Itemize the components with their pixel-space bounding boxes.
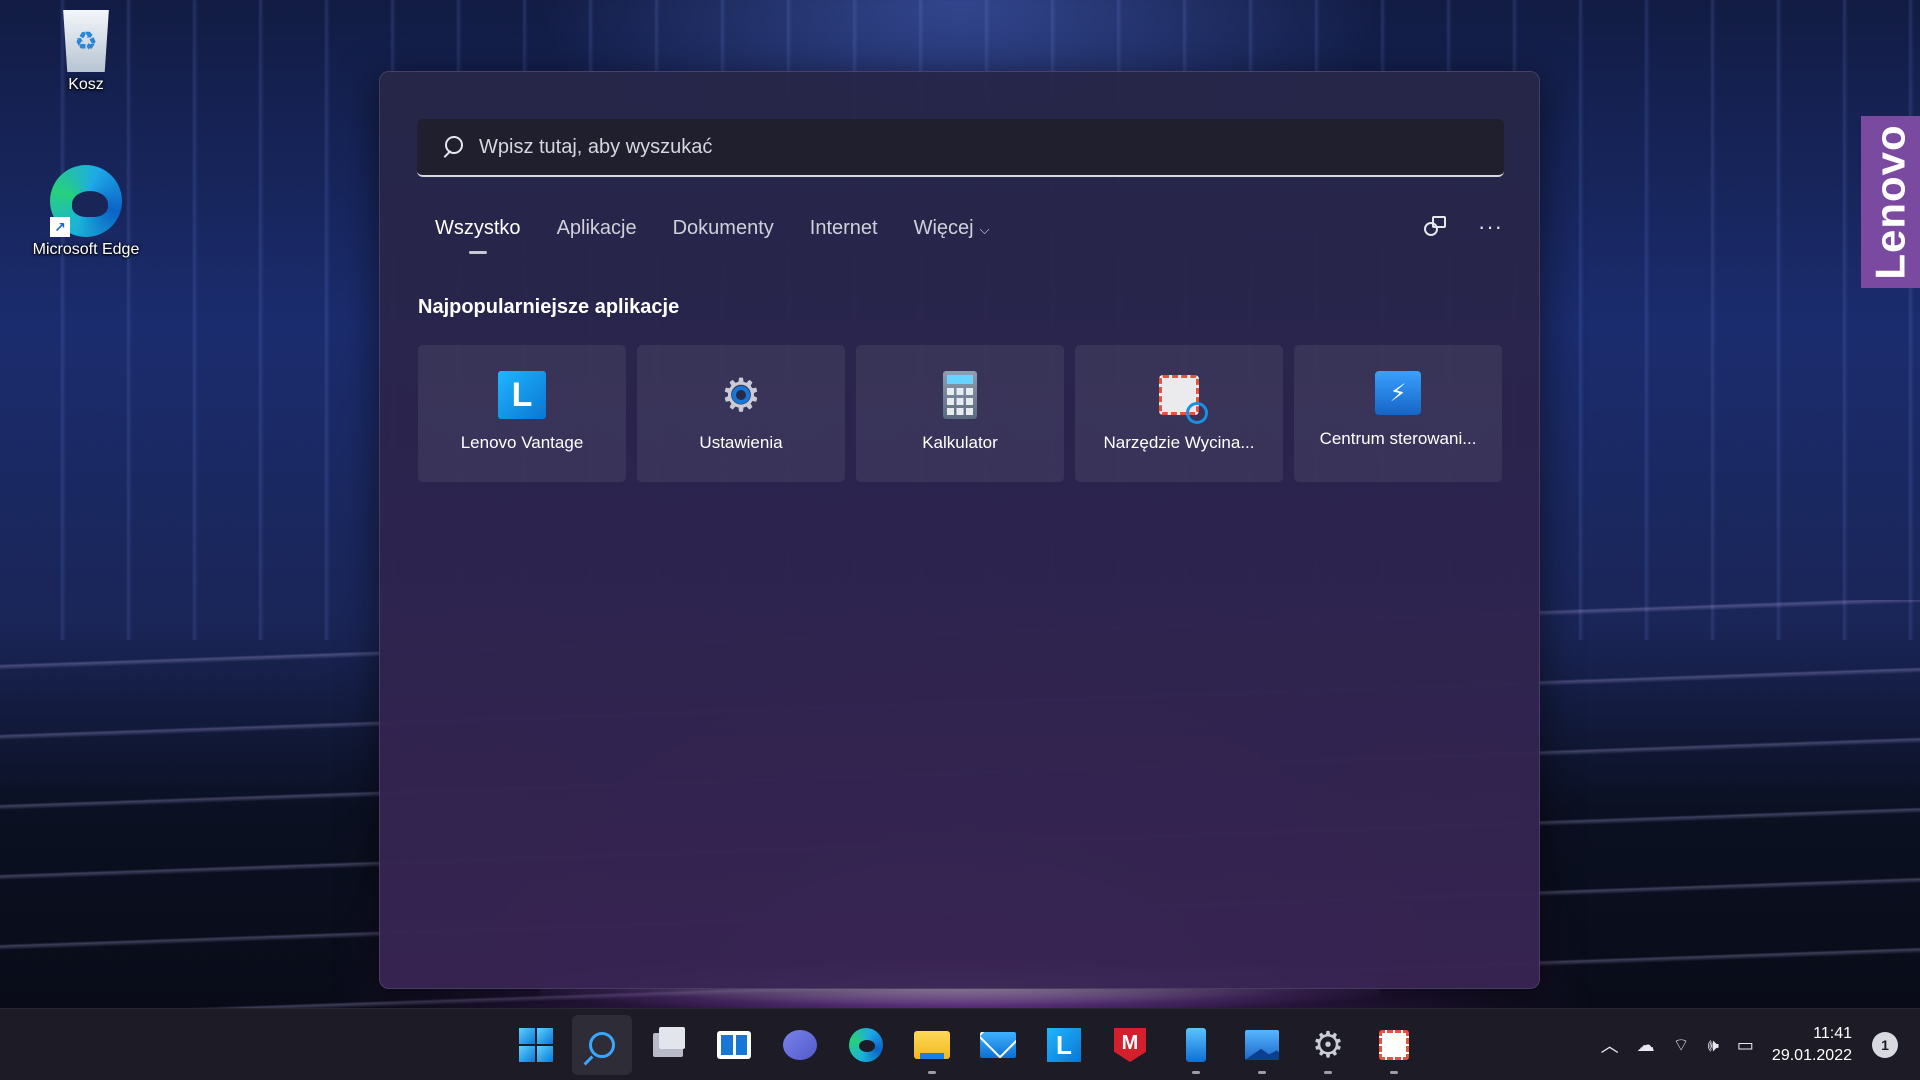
desktop-icon-recycle-bin[interactable]: ♻ Kosz	[26, 10, 146, 94]
taskbar-edge[interactable]	[836, 1015, 896, 1075]
search-icon	[589, 1032, 615, 1058]
more-options-icon[interactable]: ···	[1478, 216, 1503, 238]
desktop-icon-edge[interactable]: ↗ Microsoft Edge	[26, 165, 146, 259]
task-view-icon	[653, 1027, 685, 1057]
shortcut-arrow-icon: ↗	[50, 217, 70, 237]
tab-internet[interactable]: Internet	[810, 217, 878, 240]
taskbar-file-explorer[interactable]	[902, 1015, 962, 1075]
volume-icon[interactable]: 🕪	[1708, 1035, 1719, 1056]
settings-gear-icon: ⚙	[717, 371, 765, 419]
taskbar-start[interactable]	[506, 1015, 566, 1075]
running-indicator	[1324, 1071, 1332, 1074]
taskbar-lenovo-vantage[interactable]: L	[1034, 1015, 1094, 1075]
taskbar-phone-link[interactable]	[1166, 1015, 1226, 1075]
system-tray: ︿ ☁ ⌔ 🕪 ▭ 11:41 29.01.2022 1	[1601, 1009, 1920, 1080]
tab-more[interactable]: Więcej ⌵	[914, 217, 990, 240]
taskbar-snipping-tool[interactable]	[1364, 1015, 1424, 1075]
running-indicator	[1390, 1071, 1398, 1074]
app-tile-label: Centrum sterowani...	[1319, 429, 1477, 448]
edge-icon	[849, 1028, 883, 1062]
taskbar: L M ⚙ ︿ ☁ ⌔ 🕪 ▭ 11:41 29.01.2022 1	[0, 1008, 1920, 1080]
app-tile-snipping-tool[interactable]: Narzędzie Wycina...	[1075, 345, 1283, 482]
tab-documents[interactable]: Dokumenty	[673, 217, 774, 240]
taskbar-mcafee[interactable]: M	[1100, 1015, 1160, 1075]
taskbar-chat[interactable]	[770, 1015, 830, 1075]
clock-time: 11:41	[1813, 1025, 1852, 1042]
search-panel: Wszystko Aplikacje Dokumenty Internet Wi…	[379, 71, 1540, 989]
file-explorer-icon	[914, 1031, 950, 1059]
app-tile-label: Kalkulator	[922, 433, 998, 452]
taskbar-widgets[interactable]	[704, 1015, 764, 1075]
app-tile-label: Lenovo Vantage	[460, 433, 584, 452]
search-icon	[441, 136, 463, 158]
app-tile-lenovo-vantage[interactable]: L Lenovo Vantage	[418, 345, 626, 482]
desktop-icon-label: Kosz	[68, 76, 104, 93]
taskbar-apps: L M ⚙	[506, 1015, 1424, 1075]
search-input[interactable]	[479, 135, 1459, 159]
photos-icon	[1245, 1030, 1279, 1060]
account-switch-icon[interactable]	[1422, 214, 1448, 240]
chevron-up-icon[interactable]: ︿	[1601, 1032, 1619, 1058]
recycle-bin-icon: ♻	[63, 10, 109, 72]
app-tile-label: Narzędzie Wycina...	[1103, 433, 1255, 452]
app-tile-settings[interactable]: ⚙ Ustawienia	[637, 345, 845, 482]
taskbar-mail[interactable]	[968, 1015, 1028, 1075]
phone-link-icon	[1186, 1028, 1206, 1062]
running-indicator	[928, 1071, 936, 1074]
clock[interactable]: 11:41 29.01.2022	[1772, 1023, 1852, 1067]
snipping-tool-icon	[1379, 1030, 1409, 1060]
lenovo-logo-text: Lenovo	[1866, 124, 1914, 280]
wifi-icon[interactable]: ⌔	[1673, 1034, 1690, 1057]
tab-all[interactable]: Wszystko	[435, 217, 521, 240]
onedrive-cloud-icon[interactable]: ☁	[1637, 1035, 1655, 1056]
search-box[interactable]	[417, 119, 1504, 177]
taskbar-settings[interactable]: ⚙	[1298, 1015, 1358, 1075]
running-indicator	[1192, 1071, 1200, 1074]
search-tabs: Wszystko Aplikacje Dokumenty Internet Wi…	[435, 217, 1025, 240]
tab-apps[interactable]: Aplikacje	[557, 217, 637, 240]
taskbar-photos[interactable]	[1232, 1015, 1292, 1075]
chat-icon	[783, 1030, 817, 1060]
edge-icon: ↗	[50, 165, 122, 237]
settings-icon: ⚙	[1311, 1024, 1345, 1065]
app-tile-label: Ustawienia	[699, 433, 783, 452]
control-center-icon: ⚡	[1375, 371, 1421, 415]
lenovo-vantage-icon: L	[1047, 1028, 1081, 1062]
tab-more-label: Więcej	[913, 217, 974, 239]
lenovo-brand-tab: Lenovo	[1861, 116, 1920, 288]
widgets-icon	[717, 1031, 751, 1059]
snipping-tool-icon	[1155, 371, 1208, 424]
mcafee-icon: M	[1114, 1028, 1146, 1062]
section-title: Najpopularniejsze aplikacje	[418, 296, 680, 318]
running-indicator	[1258, 1071, 1266, 1074]
desktop-icon-label: Microsoft Edge	[32, 241, 140, 258]
taskbar-task-view[interactable]	[638, 1015, 698, 1075]
mail-icon	[980, 1032, 1016, 1058]
lenovo-vantage-icon: L	[498, 371, 546, 419]
panel-actions: ···	[1422, 214, 1503, 240]
app-tile-calculator[interactable]: Kalkulator	[856, 345, 1064, 482]
calculator-icon	[936, 371, 984, 419]
app-tile-control-center[interactable]: ⚡ Centrum sterowani...	[1294, 345, 1502, 482]
clock-date: 29.01.2022	[1771, 1047, 1852, 1064]
chevron-down-icon: ⌵	[979, 222, 990, 237]
taskbar-search[interactable]	[572, 1015, 632, 1075]
battery-icon[interactable]: ▭	[1737, 1035, 1754, 1056]
start-icon	[519, 1028, 553, 1062]
top-apps-list: L Lenovo Vantage ⚙ Ustawienia Kalkulator…	[418, 345, 1502, 482]
notification-badge[interactable]: 1	[1872, 1032, 1898, 1058]
